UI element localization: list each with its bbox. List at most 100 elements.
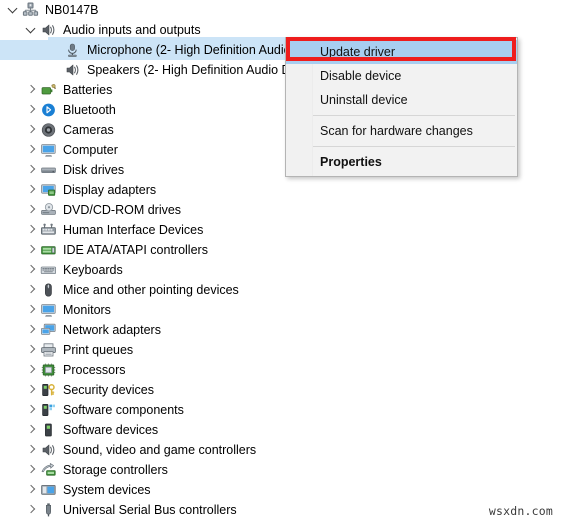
tree-item-label: Speakers (2- High Definition Audio Dev (87, 63, 304, 77)
menu-item[interactable]: Properties (286, 150, 517, 174)
chevron-right-icon[interactable] (24, 180, 40, 200)
chevron-right-icon[interactable] (24, 160, 40, 180)
chevron-right-icon[interactable] (24, 300, 40, 320)
tree-item-label: Network adapters (63, 323, 161, 337)
tree-item[interactable]: Network adapters (0, 320, 300, 340)
display-adapter-icon (40, 182, 57, 198)
chevron-right-icon[interactable] (24, 380, 40, 400)
tree-item[interactable]: Cameras (0, 120, 300, 140)
chevron-right-icon[interactable] (24, 260, 40, 280)
device-context-menu[interactable]: Update driver Disable device Uninstall dev… (285, 37, 518, 177)
tree-item[interactable]: Software components (0, 400, 300, 420)
chevron-right-icon[interactable] (24, 480, 40, 500)
chevron-right-icon[interactable] (24, 120, 40, 140)
tree-item[interactable]: Bluetooth (0, 100, 300, 120)
tree-item[interactable]: Software devices (0, 420, 300, 440)
tree-item[interactable]: System devices (0, 480, 300, 500)
tree-item-label: Human Interface Devices (63, 223, 204, 237)
watermark: wsxdn.com (488, 504, 553, 518)
tree-item-label: Computer (63, 143, 118, 157)
tree-item[interactable]: Human Interface Devices (0, 220, 300, 240)
menu-item[interactable]: Scan for hardware changes (286, 119, 517, 143)
bluetooth-icon (40, 102, 57, 118)
tree-item-label: Bluetooth (63, 103, 116, 117)
menu-item[interactable]: Disable device (286, 64, 517, 88)
tree-item-label: Audio inputs and outputs (63, 23, 201, 37)
menu-separator (313, 146, 515, 147)
tree-item-label: Security devices (63, 383, 155, 397)
chevron-down-icon[interactable] (6, 0, 22, 20)
tree-item-label: Processors (63, 363, 126, 377)
tree-item-label: Cameras (63, 123, 114, 137)
chevron-down-icon[interactable] (24, 20, 40, 40)
printer-icon (40, 342, 57, 358)
menu-separator (313, 115, 515, 116)
chevron-right-icon[interactable] (24, 80, 40, 100)
dvd-drive-icon (40, 202, 57, 218)
tree-item-label: NB0147B (45, 3, 99, 17)
tree-item[interactable]: Sound, video and game controllers (0, 440, 300, 460)
tree-item[interactable]: NB0147B (0, 0, 300, 20)
security-device-icon (40, 382, 57, 398)
monitor-icon (40, 142, 57, 158)
tree-item[interactable]: IDE ATA/ATAPI controllers (0, 240, 300, 260)
tree-item[interactable]: Display adapters (0, 180, 300, 200)
chevron-right-icon[interactable] (24, 240, 40, 260)
chevron-right-icon[interactable] (24, 440, 40, 460)
tree-item[interactable]: Computer (0, 140, 300, 160)
speaker-icon (64, 62, 81, 78)
tree-item-label: Print queues (63, 343, 134, 357)
tree-item[interactable]: Disk drives (0, 160, 300, 180)
tree-item[interactable]: Microphone (2- High Definition Audio (0, 40, 300, 60)
chevron-right-icon[interactable] (24, 100, 40, 120)
tree-item[interactable]: Processors (0, 360, 300, 380)
ide-controller-icon (40, 242, 57, 258)
keyboard-icon (40, 262, 57, 278)
mouse-icon (40, 282, 57, 298)
tree-item-label: Display adapters (63, 183, 157, 197)
tree-item[interactable]: Security devices (0, 380, 300, 400)
tree-item[interactable]: Storage controllers (0, 460, 300, 480)
chevron-right-icon[interactable] (24, 400, 40, 420)
software-device-icon (40, 422, 57, 438)
storage-controller-icon (40, 462, 57, 478)
tree-item[interactable]: DVD/CD-ROM drives (0, 200, 300, 220)
tree-item-label: System devices (63, 483, 151, 497)
usb-controller-icon (40, 502, 57, 518)
chevron-right-icon[interactable] (24, 460, 40, 480)
speaker-icon (40, 22, 57, 38)
chevron-right-icon[interactable] (24, 140, 40, 160)
tree-item-label: Universal Serial Bus controllers (63, 503, 237, 517)
device-manager-tree[interactable]: NB0147B Audio inputs and outputs Microphon… (0, 0, 304, 520)
camera-icon (40, 122, 57, 138)
disk-drive-icon (40, 162, 57, 178)
network-adapter-icon (40, 322, 57, 338)
tree-item[interactable]: Speakers (2- High Definition Audio Dev (0, 60, 304, 80)
chevron-right-icon[interactable] (24, 200, 40, 220)
menu-item[interactable]: Uninstall device (286, 88, 517, 112)
chevron-right-icon[interactable] (24, 340, 40, 360)
tree-item[interactable]: Batteries (0, 80, 300, 100)
hid-icon (40, 222, 57, 238)
tree-item[interactable]: Keyboards (0, 260, 300, 280)
tree-item[interactable]: Universal Serial Bus controllers (0, 500, 300, 520)
chevron-right-icon[interactable] (24, 500, 40, 520)
chevron-right-icon[interactable] (24, 360, 40, 380)
tree-item-label: Software components (63, 403, 184, 417)
chevron-right-icon[interactable] (24, 420, 40, 440)
chevron-right-icon[interactable] (24, 280, 40, 300)
tree-item-label: Microphone (2- High Definition Audio (87, 43, 291, 57)
tree-item[interactable]: Print queues (0, 340, 300, 360)
chevron-right-icon[interactable] (24, 220, 40, 240)
computer-network-icon (22, 2, 39, 18)
tree-item-label: Batteries (63, 83, 113, 97)
tree-item-label: Monitors (63, 303, 111, 317)
tree-item[interactable]: Monitors (0, 300, 300, 320)
tree-item[interactable]: Mice and other pointing devices (0, 280, 300, 300)
menu-item[interactable]: Update driver (286, 40, 517, 64)
software-component-icon (40, 402, 57, 418)
tree-item[interactable]: Audio inputs and outputs (0, 20, 300, 40)
chevron-right-icon[interactable] (24, 320, 40, 340)
tree-item-label: Sound, video and game controllers (63, 443, 257, 457)
